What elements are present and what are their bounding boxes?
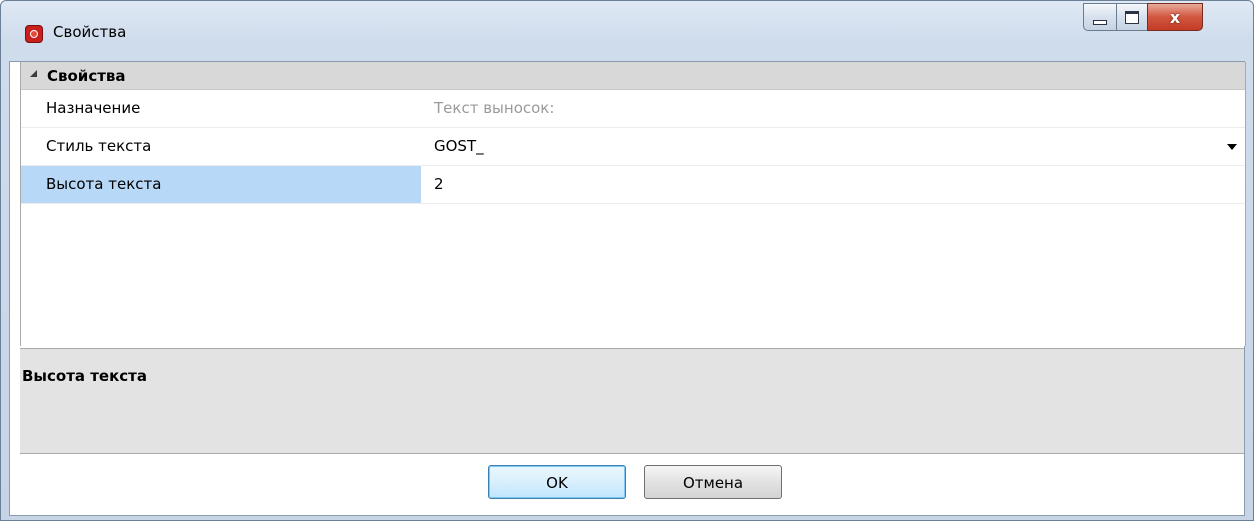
title-bar[interactable]: Свойства x xyxy=(1,1,1253,61)
property-row-text-style[interactable]: Стиль текста GOST_ xyxy=(21,128,1245,166)
app-icon xyxy=(25,25,43,43)
category-label: Свойства xyxy=(47,67,126,85)
minimize-button[interactable] xyxy=(1083,3,1117,31)
dropdown-arrow-icon[interactable] xyxy=(1227,144,1237,150)
collapse-triangle-icon[interactable] xyxy=(30,70,37,77)
ok-button[interactable]: OK xyxy=(488,465,626,499)
text-style-value: GOST_ xyxy=(434,137,484,155)
property-name: Высота текста xyxy=(21,166,421,203)
property-value-readonly: Текст выносок: xyxy=(434,99,555,117)
text-style-select[interactable]: GOST_ xyxy=(422,128,1245,165)
cancel-button[interactable]: Отмена xyxy=(644,465,782,499)
button-bar: OK Отмена xyxy=(10,455,1244,515)
description-title: Высота текста xyxy=(22,367,147,385)
minimize-icon xyxy=(1093,19,1107,25)
property-row-text-height[interactable]: Высота текста 2 xyxy=(21,166,1245,204)
dialog-content: Свойства Назначение Текст выносок: Стиль… xyxy=(9,61,1246,516)
text-height-input[interactable]: 2 xyxy=(422,166,1245,203)
property-name: Стиль текста xyxy=(46,137,152,155)
property-name: Назначение xyxy=(46,99,141,117)
property-grid: Свойства Назначение Текст выносок: Стиль… xyxy=(20,62,1246,346)
close-icon: x xyxy=(1169,7,1181,27)
maximize-button[interactable] xyxy=(1116,3,1148,31)
category-row[interactable]: Свойства xyxy=(21,62,1245,90)
close-button[interactable]: x xyxy=(1147,3,1203,31)
property-row-purpose[interactable]: Назначение Текст выносок: xyxy=(21,90,1245,128)
window-title: Свойства xyxy=(53,23,127,41)
maximize-icon xyxy=(1125,10,1139,24)
properties-dialog: Свойства x Свойства Назначение Текст вын… xyxy=(0,0,1254,521)
description-panel: Высота текста xyxy=(20,348,1244,454)
